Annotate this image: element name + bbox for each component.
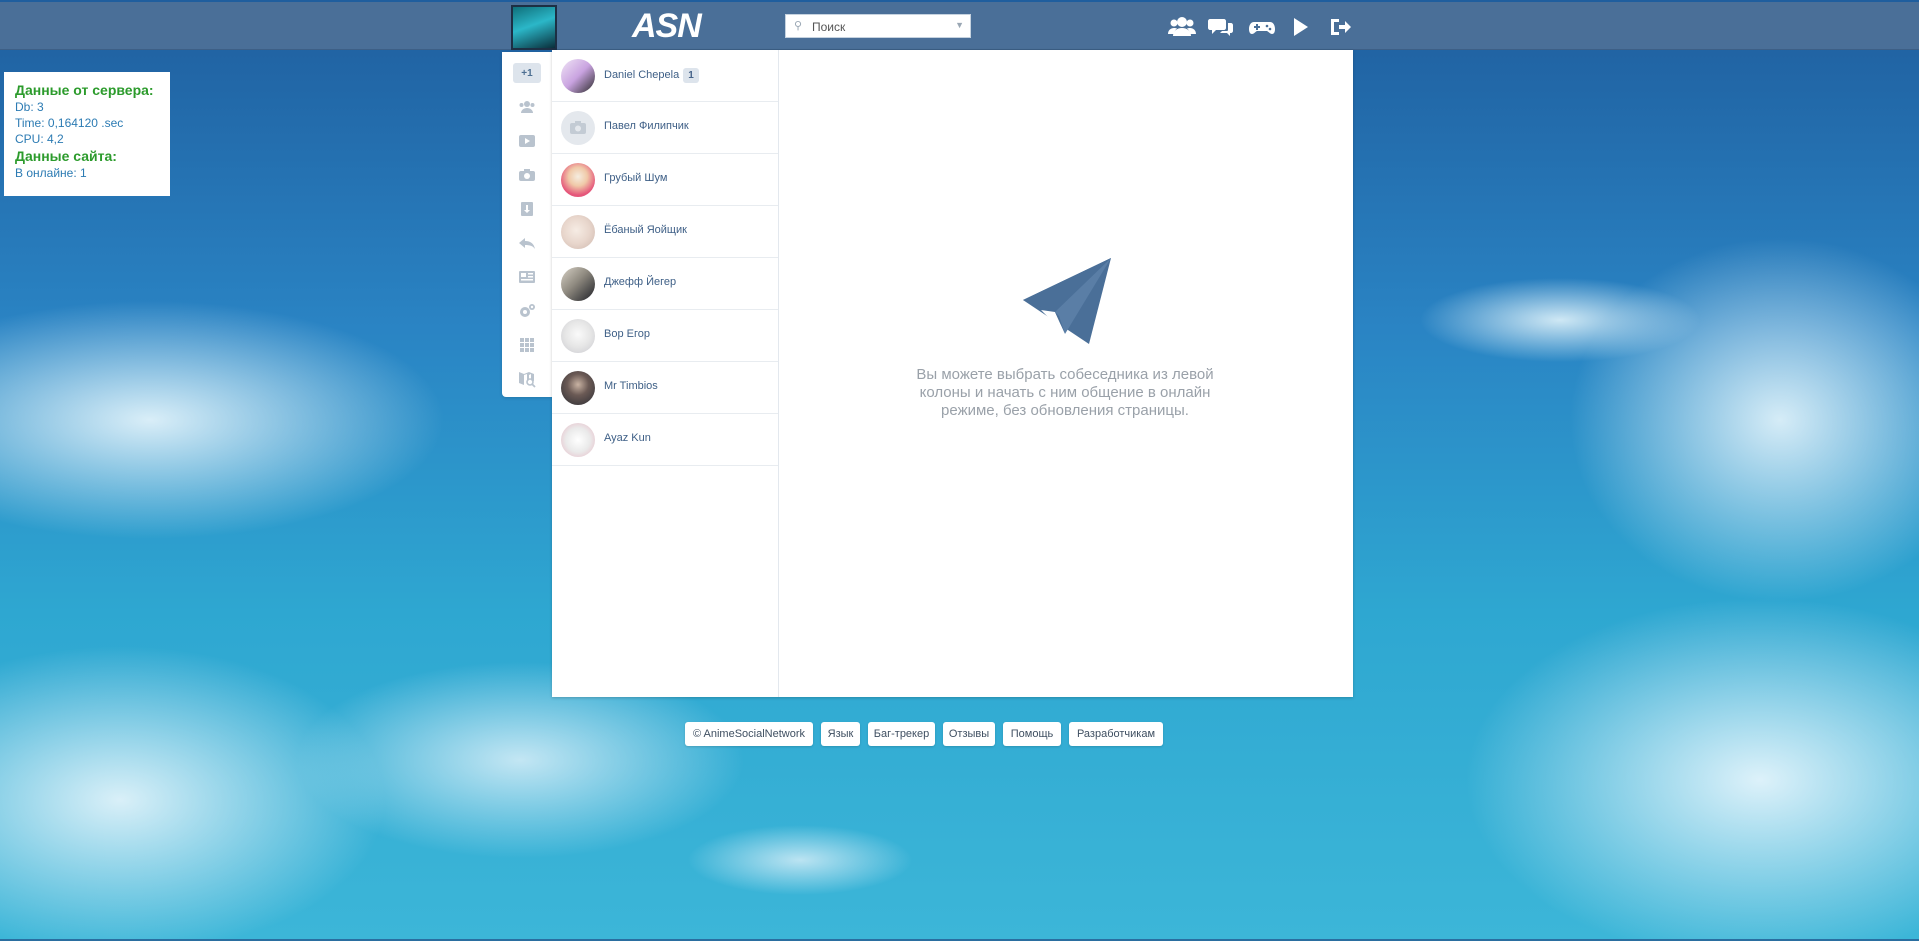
side-menu: +1 <box>502 52 552 397</box>
dialog-list: Daniel Chepela 1 Павел Филипчик Грубый Шу… <box>552 50 779 697</box>
server-data-heading: Данные от сервера: <box>15 82 154 98</box>
footer-link-developers[interactable]: Разработчикам <box>1069 722 1163 746</box>
sidemenu-notifications[interactable]: +1 <box>512 62 542 84</box>
play-icon[interactable] <box>1290 14 1320 40</box>
groups-icon[interactable] <box>512 96 542 118</box>
dialog-name: Ёбаный Яойщик <box>604 224 687 236</box>
dialog-name: Mr Timbios <box>604 380 658 392</box>
server-info-box: Данные от сервера: Db: 3 Time: 0,164120 … <box>4 72 170 196</box>
dialog-item[interactable]: Ayaz Kun <box>552 414 778 466</box>
conversation-placeholder: Вы можете выбрать собеседника из левой к… <box>778 50 1353 697</box>
dialog-item[interactable]: Daniel Chepela 1 <box>552 50 778 102</box>
paper-plane-icon <box>1023 258 1111 344</box>
footer-link-reviews[interactable]: Отзывы <box>943 722 995 746</box>
site-data-heading: Данные сайта: <box>15 148 117 164</box>
footer-link-bugtracker[interactable]: Баг-трекер <box>868 722 935 746</box>
dialog-name: Павел Филипчик <box>604 120 689 132</box>
dialog-name: Ayaz Kun <box>604 432 651 444</box>
avatar <box>561 267 595 301</box>
footer-link-help[interactable]: Помощь <box>1003 722 1061 746</box>
db-stat: Db: 3 <box>15 100 44 114</box>
search-icon: ⚲ <box>794 20 803 32</box>
dialog-name: Daniel Chepela 1 <box>604 68 699 83</box>
avatar <box>561 371 595 405</box>
news-icon[interactable] <box>512 266 542 288</box>
top-bar: ASN ⚲ ▼ <box>0 2 1919 50</box>
time-stat: Time: 0,164120 .sec <box>15 116 124 130</box>
footer-link-language[interactable]: Язык <box>821 722 860 746</box>
download-icon[interactable] <box>512 198 542 220</box>
dialog-name: Грубый Шум <box>604 172 668 184</box>
camera-icon <box>570 121 586 134</box>
avatar <box>561 319 595 353</box>
dialog-name-text: Daniel Chepela <box>604 69 680 81</box>
dialog-item[interactable]: Грубый Шум <box>552 154 778 206</box>
logout-icon[interactable] <box>1328 14 1358 40</box>
avatar <box>561 111 595 145</box>
unread-count-badge: 1 <box>683 68 699 83</box>
dialog-item[interactable]: Вор Егор <box>552 310 778 362</box>
dialog-item[interactable]: Mr Timbios <box>552 362 778 414</box>
notification-badge: +1 <box>513 63 541 83</box>
dialog-item[interactable]: Джефф Йегер <box>552 258 778 310</box>
messages-icon[interactable] <box>1208 14 1238 40</box>
user-avatar[interactable] <box>511 5 557 50</box>
dialog-item[interactable]: Ёбаный Яойщик <box>552 206 778 258</box>
search-box[interactable]: ⚲ ▼ <box>785 14 971 38</box>
friends-icon[interactable] <box>1168 14 1198 40</box>
video-icon[interactable] <box>512 130 542 152</box>
apps-icon[interactable] <box>512 334 542 356</box>
avatar <box>561 423 595 457</box>
dialog-name: Вор Егор <box>604 328 650 340</box>
camera-icon[interactable] <box>512 164 542 186</box>
avatar <box>561 59 595 93</box>
online-stat: В онлайне: 1 <box>15 166 87 180</box>
empty-state-text: Вы можете выбрать собеседника из левой к… <box>916 366 1214 419</box>
avatar <box>561 163 595 197</box>
chevron-down-icon[interactable]: ▼ <box>955 20 964 30</box>
cpu-stat: CPU: 4,2 <box>15 132 64 146</box>
dialog-name: Джефф Йегер <box>604 276 677 288</box>
reply-icon[interactable] <box>512 232 542 254</box>
map-search-icon[interactable] <box>512 368 542 390</box>
messages-panel: Daniel Chepela 1 Павел Филипчик Грубый Шу… <box>552 50 1353 697</box>
avatar <box>561 215 595 249</box>
dialog-item[interactable]: Павел Филипчик <box>552 102 778 154</box>
settings-icon[interactable] <box>512 300 542 322</box>
footer-link-copyright[interactable]: © AnimeSocialNetwork <box>685 722 813 746</box>
games-icon[interactable] <box>1248 14 1278 40</box>
site-logo[interactable]: ASN <box>632 6 722 46</box>
search-input[interactable] <box>810 17 954 37</box>
